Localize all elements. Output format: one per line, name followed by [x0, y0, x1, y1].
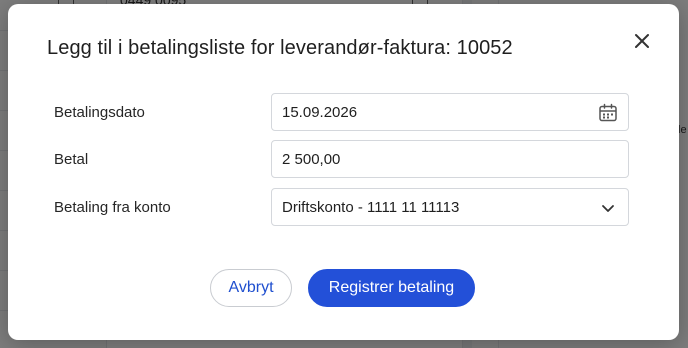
form-row-from-account: Betaling fra konto Driftskonto - 1111 11…	[8, 188, 679, 228]
amount-field[interactable]	[271, 140, 629, 178]
close-icon	[629, 28, 655, 54]
amount-label: Betal	[54, 151, 89, 168]
dialog-title: Legg til i betalingsliste for leverandør…	[47, 37, 513, 59]
from-account-value: Driftskonto - 1111 11 11113	[282, 199, 460, 216]
payment-date-field[interactable]: 15.09.2026	[271, 93, 629, 131]
payment-dialog: Legg til i betalingsliste for leverandør…	[8, 4, 679, 340]
close-button[interactable]	[629, 28, 655, 54]
register-payment-button[interactable]: Registrer betaling	[308, 269, 475, 307]
cancel-button[interactable]: Avbryt	[210, 269, 292, 307]
form-row-amount: Betal	[8, 140, 679, 180]
amount-input[interactable]	[272, 141, 628, 177]
payment-date-label: Betalingsdato	[54, 104, 145, 121]
form-row-payment-date: Betalingsdato 15.09.2026	[8, 93, 679, 133]
from-account-label: Betaling fra konto	[54, 199, 171, 216]
calendar-icon[interactable]	[598, 103, 618, 123]
from-account-select[interactable]: Driftskonto - 1111 11 11113	[271, 188, 629, 226]
chevron-down-icon[interactable]	[598, 198, 618, 218]
payment-date-value: 15.09.2026	[282, 104, 358, 121]
